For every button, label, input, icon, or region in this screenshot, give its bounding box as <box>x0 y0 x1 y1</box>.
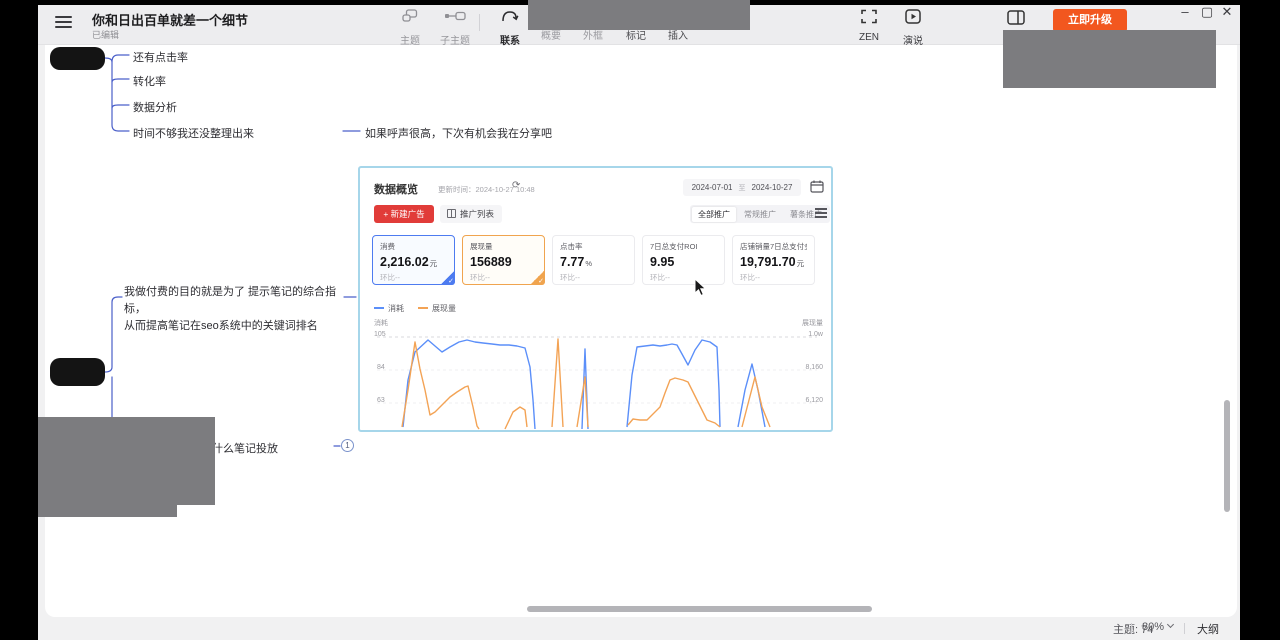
promo-filter-tabs: 全部推广 常规推广 薯条推广 <box>690 205 830 223</box>
metric-label: 展现量 <box>470 241 537 252</box>
date-end: 2024-10-27 <box>752 183 793 192</box>
window-maximize-button[interactable]: ▢ <box>1198 4 1216 20</box>
chart-legend: 消耗 展现量 <box>374 303 456 314</box>
redaction-box-toolbar <box>528 0 750 30</box>
calendar-icon[interactable] <box>810 180 824 193</box>
panel-toggle-icon[interactable] <box>1007 10 1025 25</box>
metric-label: 消费 <box>380 241 447 252</box>
toolbar-subtopic-label: 子主题 <box>432 32 478 47</box>
redaction-box-bottom-left-step <box>38 505 177 517</box>
tab-all-promo[interactable]: 全部推广 <box>692 207 736 222</box>
new-ad-button[interactable]: + 新建广告 <box>374 205 434 223</box>
mindmap-item-note-campaign[interactable]: 什么笔记投放 <box>212 440 278 456</box>
selected-check-icon: ✓ <box>530 270 545 285</box>
metric-card-impressions[interactable]: 展现量 156889 环比-- ✓ <box>462 235 545 285</box>
zoom-level-control[interactable]: 80% <box>1142 621 1173 633</box>
present-button[interactable]: 演说 <box>896 9 930 47</box>
redaction-box-top-right <box>1003 30 1216 88</box>
legend-item-impressions[interactable]: 展现量 <box>418 303 456 314</box>
metric-label: 店铺销量7日总支付金额 <box>740 241 807 252</box>
paid-text-line2: 从而提高笔记在seo系统中的关键词排名 <box>124 318 354 335</box>
zen-mode-button[interactable]: ZEN <box>853 9 885 43</box>
promo-list-button[interactable]: 推广列表 <box>440 205 502 223</box>
metric-card-ctr[interactable]: 点击率 7.77% 环比-- <box>552 235 635 285</box>
date-range-picker[interactable]: 2024-07-01 至 2024-10-27 <box>683 179 801 196</box>
metric-card-payment-amount[interactable]: 店铺销量7日总支付金额 19,791.70元 环比-- <box>732 235 815 285</box>
mindmap-item-conversion[interactable]: 转化率 <box>133 73 166 89</box>
document-save-status: 已编辑 <box>92 28 119 41</box>
redaction-box-bottom-left <box>38 417 215 505</box>
toolbar-relation-button[interactable]: 联系 <box>492 9 528 47</box>
zen-label: ZEN <box>853 32 885 43</box>
present-label: 演说 <box>896 32 930 47</box>
metric-card-roi[interactable]: 7日总支付ROI 9.95 环比-- <box>642 235 725 285</box>
dashboard-title: 数据概览 <box>374 181 418 197</box>
selected-check-icon: ✓ <box>440 270 455 285</box>
legend-dash <box>418 307 428 309</box>
present-play-icon <box>905 9 921 24</box>
statusbar-divider <box>1131 623 1132 634</box>
date-separator: 至 <box>739 183 746 193</box>
statusbar-divider <box>1184 623 1185 634</box>
outline-button[interactable]: 大纲 <box>1197 621 1219 637</box>
subtopic-icon <box>444 9 466 24</box>
metric-list-icon[interactable] <box>815 208 827 219</box>
paid-text-line1: 我做付费的目的就是为了 提示笔记的综合指标， <box>124 284 354 318</box>
metric-compare: 环比-- <box>470 272 537 283</box>
window-close-button[interactable]: ✕ <box>1218 4 1236 20</box>
metric-unit: 元 <box>797 259 805 268</box>
dashboard-image-node[interactable]: 数据概览 更新时间：2024-10-27 10:48 ⟳ 2024-07-01 … <box>358 166 833 432</box>
tab-regular-promo[interactable]: 常规推广 <box>738 207 782 222</box>
topic-icon <box>402 9 418 24</box>
metric-compare: 环比-- <box>560 272 627 283</box>
grid-icon <box>447 209 456 218</box>
chevron-down-icon <box>1167 621 1174 628</box>
metric-card-spend[interactable]: 消费 2,216.02元 环比-- ✓ <box>372 235 455 285</box>
metric-unit: 元 <box>430 259 438 268</box>
mindmap-item-no-time[interactable]: 时间不够我还没整理出来 <box>133 125 254 141</box>
document-title: 你和日出百单就差一个细节 <box>92 10 248 29</box>
toolbar-topic-button[interactable]: 主题 <box>392 9 428 47</box>
mindmap-paid-purpose-text[interactable]: 我做付费的目的就是为了 提示笔记的综合指标， 从而提高笔记在seo系统中的关键词… <box>124 284 354 335</box>
upgrade-button[interactable]: 立即升级 <box>1053 9 1127 32</box>
metric-label: 点击率 <box>560 241 627 252</box>
metric-value: 2,216.02 <box>380 255 429 269</box>
metric-cards-row: 消费 2,216.02元 环比-- ✓ 展现量 156889 环比-- ✓ 点击… <box>372 235 823 285</box>
topic-count-badge[interactable]: 1 <box>341 439 354 452</box>
promo-list-label: 推广列表 <box>460 209 494 219</box>
metric-compare: 环比-- <box>740 272 807 283</box>
metric-compare: 环比-- <box>380 272 447 283</box>
metric-value: 156889 <box>470 255 512 269</box>
refresh-icon[interactable]: ⟳ <box>512 180 520 191</box>
toolbar-topic-label: 主题 <box>392 32 428 47</box>
mindmap-item-analysis[interactable]: 数据分析 <box>133 99 177 115</box>
toolbar-subtopic-button[interactable]: 子主题 <box>432 9 478 47</box>
metric-value: 7.77 <box>560 255 584 269</box>
window-minimize-button[interactable]: – <box>1176 4 1194 19</box>
hamburger-menu-icon[interactable] <box>55 16 72 29</box>
legend-dash <box>374 307 384 309</box>
toolbar-divider <box>479 14 480 31</box>
legend-item-spend[interactable]: 消耗 <box>374 303 404 314</box>
right-axis-label: 展现量 <box>802 318 823 328</box>
toolbar-relation-label: 联系 <box>492 32 528 47</box>
line-chart <box>377 330 817 430</box>
mouse-cursor <box>694 278 707 297</box>
mindmap-item-ctr[interactable]: 还有点击率 <box>133 49 188 65</box>
metric-label: 7日总支付ROI <box>650 241 717 252</box>
metric-unit: % <box>585 259 592 268</box>
vertical-scrollbar[interactable] <box>1224 400 1230 512</box>
metric-value: 19,791.70 <box>740 255 796 269</box>
date-start: 2024-07-01 <box>692 183 733 192</box>
left-axis-label: 消耗 <box>374 318 388 328</box>
mindmap-note[interactable]: 如果呼声很高，下次有机会我在分享吧 <box>365 125 552 141</box>
redacted-topic-node[interactable] <box>50 358 105 386</box>
metric-value: 9.95 <box>650 255 674 269</box>
zen-icon <box>861 9 877 24</box>
horizontal-scrollbar[interactable] <box>527 606 872 612</box>
relation-icon <box>501 9 519 24</box>
redacted-topic-node[interactable] <box>50 47 105 70</box>
